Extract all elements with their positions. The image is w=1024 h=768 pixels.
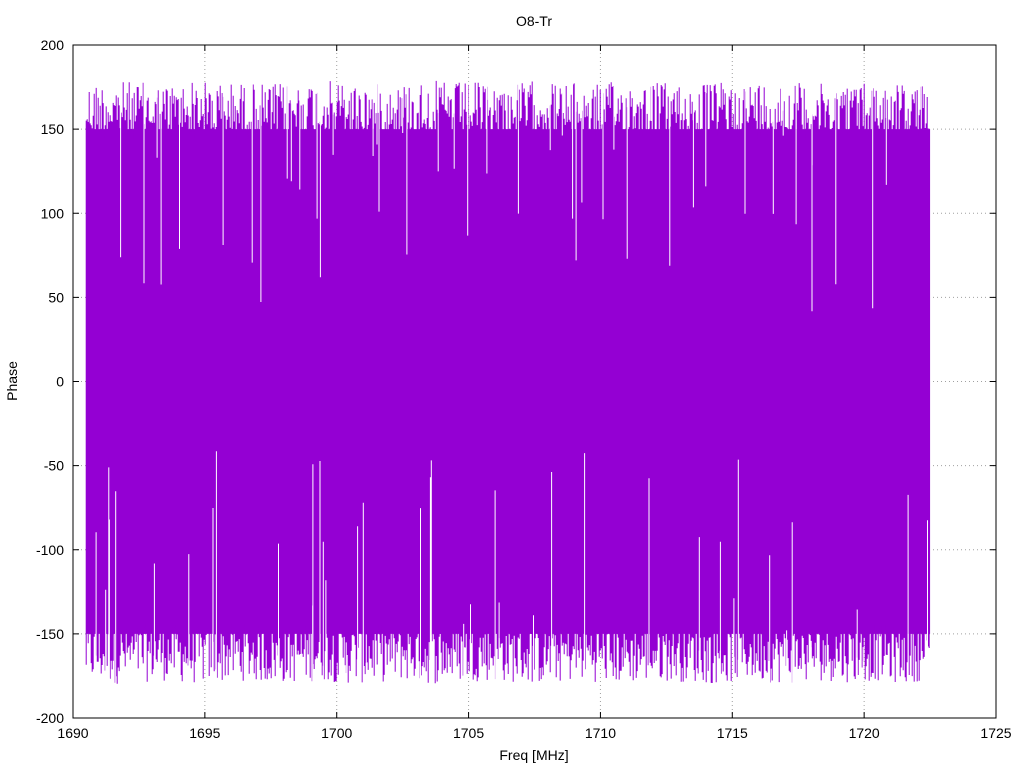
x-tick-label: 1705 xyxy=(453,725,484,741)
y-tick-label: 200 xyxy=(41,37,65,53)
x-tick-label: 1715 xyxy=(717,725,748,741)
y-tick-label: -150 xyxy=(36,626,64,642)
x-axis-label: Freq [MHz] xyxy=(499,747,568,763)
y-tick-labels: 200 150 100 50 0 -50 -100 -150 -200 xyxy=(36,37,64,726)
y-tick-label: 0 xyxy=(56,374,64,390)
y-tick-label: 150 xyxy=(41,121,65,137)
y-axis-label: Phase xyxy=(4,361,20,401)
x-tick-label: 1700 xyxy=(321,725,352,741)
chart-title: O8-Tr xyxy=(516,13,552,29)
x-tick-label: 1690 xyxy=(57,725,88,741)
series-phase xyxy=(85,78,931,685)
y-tick-label: 100 xyxy=(41,205,65,221)
y-tick-label: 50 xyxy=(48,289,64,305)
y-tick-label: -100 xyxy=(36,542,64,558)
x-tick-label: 1720 xyxy=(849,725,880,741)
chart-canvas: O8-Tr 1690 1695 1700 1705 1710 1715 1720 1725 2… xyxy=(4,13,1012,763)
x-tick-label: 1695 xyxy=(189,725,220,741)
y-tick-label: -200 xyxy=(36,710,64,726)
x-tick-labels: 1690 1695 1700 1705 1710 1715 1720 1725 xyxy=(57,725,1011,741)
x-tick-label: 1710 xyxy=(585,725,616,741)
y-tick-label: -50 xyxy=(44,458,64,474)
x-tick-label: 1725 xyxy=(980,725,1011,741)
